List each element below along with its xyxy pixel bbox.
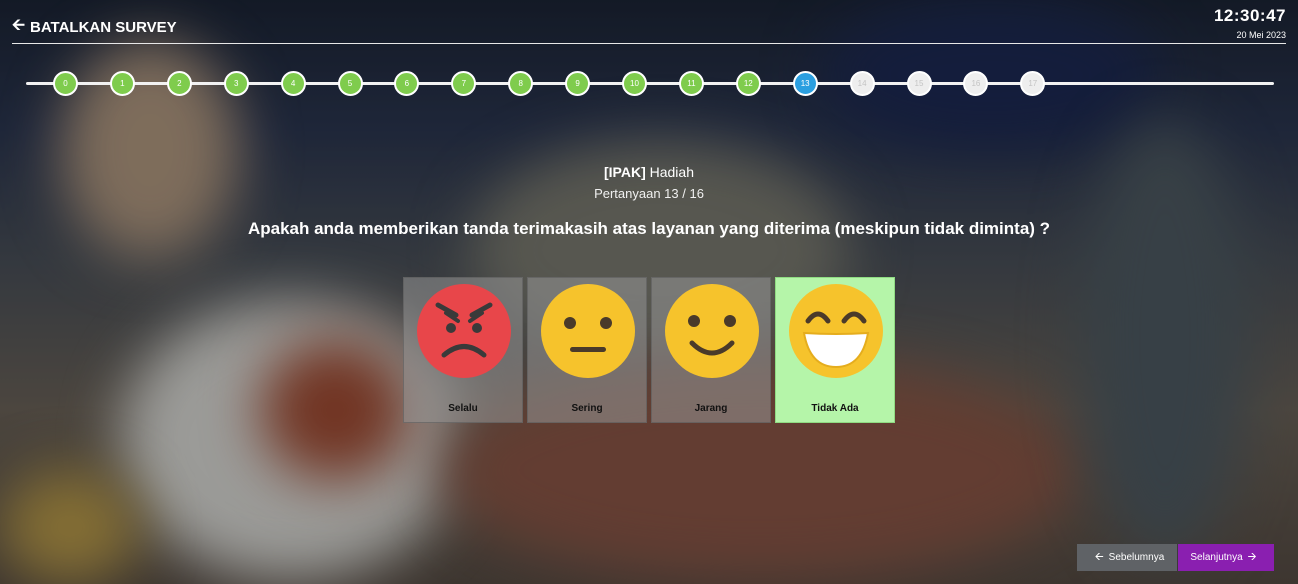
cancel-survey-label: BATALKAN SURVEY <box>30 19 177 36</box>
question-counter: Pertanyaan 13 / 16 <box>594 186 704 201</box>
option-jarang[interactable]: Jarang <box>651 277 771 423</box>
option-selalu[interactable]: Selalu <box>403 277 523 423</box>
arrow-left-icon: 🡨 <box>12 17 25 34</box>
clock-time: 12:30:47 <box>1213 6 1286 25</box>
progress-step-8: 8 <box>508 71 534 96</box>
option-tidak-ada[interactable]: Tidak Ada <box>775 277 895 423</box>
previous-button[interactable]: 🡨 Sebelumnya <box>1077 544 1177 571</box>
category-name: Hadiah <box>649 164 694 180</box>
progress-step-12: 12 <box>735 71 761 96</box>
progress-step-16: 16 <box>963 71 989 96</box>
previous-label: Sebelumnya <box>1108 552 1165 563</box>
progress-step-7: 7 <box>451 71 477 96</box>
progress-step-15: 15 <box>906 71 932 96</box>
option-label: Tidak Ada <box>811 403 859 414</box>
top-bar: 🡨 BATALKAN SURVEY 12:30:47 20 Mei 2023 <box>0 0 1298 44</box>
progress-step-13: 13 <box>792 71 818 96</box>
progress-step-0: 0 <box>53 71 78 96</box>
option-label: Sering <box>571 403 603 414</box>
question-text: Apakah anda memberikan tanda terimakasih… <box>247 219 1051 238</box>
progress-step-10: 10 <box>622 71 647 96</box>
cancel-survey-button[interactable]: 🡨 BATALKAN SURVEY <box>12 14 177 41</box>
smiling-face-icon <box>665 284 759 378</box>
progress-step-9: 9 <box>565 71 591 96</box>
category-code: [IPAK] <box>604 164 646 180</box>
progress-step-14: 14 <box>849 71 875 96</box>
progress-step-11: 11 <box>678 71 704 96</box>
progress-step-3: 3 <box>223 71 249 96</box>
question-category: [IPAK] Hadiah <box>0 164 1298 180</box>
clock-date: 20 Mei 2023 <box>1236 30 1286 40</box>
header-divider <box>12 43 1286 44</box>
answer-options: Selalu Sering Jarang Tidak Ada <box>403 277 899 423</box>
option-label: Selalu <box>448 403 478 414</box>
next-label: Selanjutnya <box>1190 552 1243 563</box>
progress-step-5: 5 <box>337 71 363 96</box>
progress-step-17: 17 <box>1020 71 1046 96</box>
next-button[interactable]: Selanjutnya 🡪 <box>1178 544 1274 571</box>
option-sering[interactable]: Sering <box>527 277 647 423</box>
option-label: Jarang <box>694 403 728 414</box>
progress-track <box>26 82 1274 85</box>
arrow-right-icon: 🡪 <box>1247 551 1257 563</box>
angry-face-icon <box>417 284 511 378</box>
progress-step-2: 2 <box>166 71 192 96</box>
question-progress: 0 1 2 3 4 5 6 7 8 9 10 11 12 13 14 15 16 17 <box>26 71 1274 96</box>
neutral-face-icon <box>541 284 635 378</box>
progress-step-1: 1 <box>109 71 135 96</box>
grinning-face-icon <box>789 284 883 378</box>
progress-step-6: 6 <box>394 71 420 96</box>
progress-step-4: 4 <box>280 71 306 96</box>
arrow-left-icon: 🡨 <box>1094 551 1104 563</box>
clock: 12:30:47 20 Mei 2023 <box>1214 6 1286 40</box>
